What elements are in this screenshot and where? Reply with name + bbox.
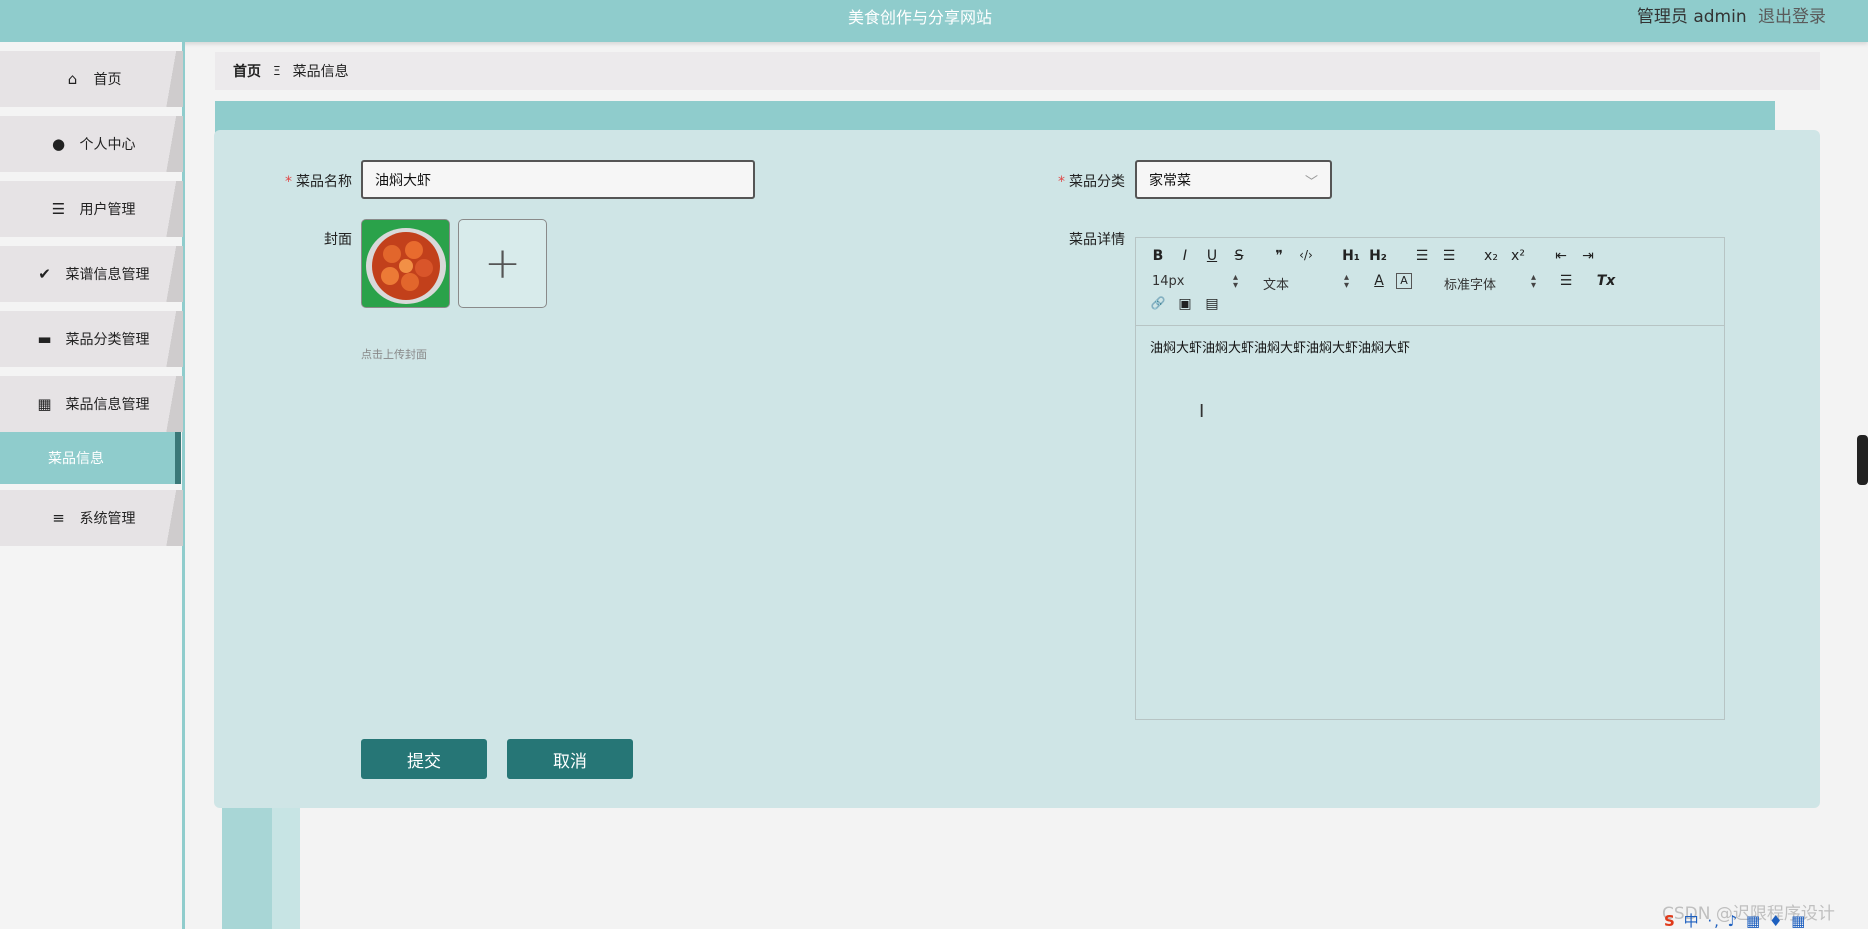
logout-link[interactable]: 退出登录	[1758, 7, 1826, 27]
site-title: 美食创作与分享网站	[848, 8, 993, 27]
decorative-column	[272, 790, 300, 929]
cover-label: 封面	[324, 232, 352, 248]
outdent-button[interactable]: ⇤	[1551, 248, 1571, 264]
top-header: 美食创作与分享网站 管理员 admin 退出登录	[0, 0, 1868, 42]
bullet-list-button[interactable]: ☰	[1439, 248, 1459, 264]
paragraph-select[interactable]: 文本 ▴ ▾	[1263, 273, 1349, 294]
cover-image[interactable]	[361, 219, 450, 308]
video-icon[interactable]: ▤	[1202, 296, 1222, 312]
list-icon: ☰	[51, 200, 66, 218]
editor-content[interactable]: 油焖大虾油焖大虾油焖大虾油焖大虾油焖大虾	[1150, 337, 1410, 356]
clipboard-check-icon: ✔	[38, 265, 51, 283]
name-label: * 菜品名称	[285, 174, 352, 190]
sidebar-item-dishes[interactable]: ▦ 菜品信息管理	[0, 376, 183, 432]
superscript-button[interactable]: x²	[1508, 248, 1528, 264]
cover-image-picture	[362, 220, 449, 307]
ime-toolbar[interactable]: S 中 ·, ♪ ▦ ♦ ▦	[1664, 910, 1807, 929]
sidebar-item-label: 菜品信息管理	[65, 397, 150, 413]
text-cursor-icon: I	[1199, 401, 1205, 422]
chevron-down-icon: ﹀	[1304, 175, 1318, 190]
sidebar-item-home[interactable]: ⌂ 首页	[0, 51, 183, 107]
sidebar-item-label: 菜谱信息管理	[65, 267, 150, 283]
quote-button[interactable]: ❞	[1269, 248, 1289, 264]
ime-toolbar-text: 中 ·, ♪ ▦ ♦ ▦	[1683, 912, 1808, 929]
admin-area: 管理员 admin 退出登录	[1637, 2, 1826, 27]
font-family-select[interactable]: 标准字体 ▴ ▾	[1444, 273, 1536, 294]
rich-text-editor: B I U S ❞ ‹/› H₁ H₂ ☰ ☰ x₂ x² ⇤ ⇥ 14px ▴ ▾…	[1135, 237, 1725, 720]
sidebar: ⌂ 首页 ● 个人中心 ☰ 用户管理 ✔ 菜谱信息管理 ▬ 菜品分类管理 ▦ 菜…	[0, 42, 185, 929]
upload-cover-button[interactable]: +	[458, 219, 547, 308]
breadcrumb-current: 菜品信息	[292, 64, 349, 80]
sidebar-subitem-dish-info[interactable]: 菜品信息	[0, 432, 181, 484]
h1-button[interactable]: H₁	[1341, 248, 1361, 264]
decorative-column	[222, 790, 272, 929]
h2-button[interactable]: H₂	[1368, 248, 1388, 264]
sidebar-item-label: 菜品分类管理	[65, 332, 150, 348]
sidebar-item-label: 系统管理	[79, 511, 136, 527]
bold-button[interactable]: B	[1148, 248, 1168, 264]
admin-label: 管理员 admin	[1636, 7, 1747, 27]
grid-icon: ▦	[37, 395, 52, 413]
dish-name-value: 油焖大虾	[375, 172, 431, 189]
cover-hint: 点击上传封面	[361, 348, 427, 361]
image-icon[interactable]: ▣	[1175, 296, 1195, 312]
spinner-icon: ▴ ▾	[1343, 272, 1349, 291]
ime-logo-icon: S	[1664, 912, 1677, 929]
font-color-button[interactable]: A	[1369, 273, 1389, 289]
dish-name-input[interactable]: 油焖大虾	[361, 160, 755, 199]
indent-button[interactable]: ⇥	[1578, 248, 1598, 264]
menu-lines-icon: ≡	[52, 509, 65, 527]
spinner-icon: ▴ ▾	[1530, 272, 1536, 291]
subscript-button[interactable]: x₂	[1481, 248, 1501, 264]
link-icon[interactable]: 🔗	[1148, 296, 1168, 310]
ordered-list-button[interactable]: ☰	[1412, 248, 1432, 264]
plus-icon: +	[484, 238, 521, 289]
sidebar-item-system[interactable]: ≡ 系统管理	[0, 490, 183, 546]
category-value: 家常菜	[1149, 172, 1191, 189]
breadcrumb-separator: Ξ	[273, 64, 281, 78]
editor-toolbar: B I U S ❞ ‹/› H₁ H₂ ☰ ☰ x₂ x² ⇤ ⇥ 14px ▴ ▾…	[1136, 238, 1724, 326]
strike-button[interactable]: S	[1229, 248, 1249, 264]
sidebar-item-label: 首页	[93, 72, 122, 88]
sidebar-item-label: 个人中心	[79, 137, 136, 153]
user-icon: ●	[51, 135, 66, 153]
breadcrumb-home[interactable]: 首页	[233, 61, 261, 81]
sidebar-item-users[interactable]: ☰ 用户管理	[0, 181, 183, 237]
category-select[interactable]: 家常菜 ﹀	[1135, 160, 1332, 199]
detail-label: 菜品详情	[1069, 232, 1125, 248]
spinner-icon: ▴ ▾	[1232, 272, 1238, 291]
submit-button[interactable]: 提交	[361, 739, 487, 779]
background-color-button[interactable]: A	[1396, 273, 1412, 289]
italic-button[interactable]: I	[1175, 248, 1195, 264]
sidebar-item-categories[interactable]: ▬ 菜品分类管理	[0, 311, 183, 367]
cancel-button[interactable]: 取消	[507, 739, 633, 779]
code-button[interactable]: ‹/›	[1296, 248, 1316, 262]
scrollbar-thumb[interactable]	[1857, 435, 1868, 485]
sidebar-item-recipes[interactable]: ✔ 菜谱信息管理	[0, 246, 183, 302]
home-icon: ⌂	[67, 70, 78, 88]
breadcrumb: 首页 Ξ 菜品信息	[215, 52, 1820, 90]
font-size-select[interactable]: 14px ▴ ▾	[1152, 273, 1238, 291]
underline-button[interactable]: U	[1202, 248, 1222, 264]
sidebar-item-profile[interactable]: ● 个人中心	[0, 116, 183, 172]
sidebar-item-label: 用户管理	[79, 202, 136, 218]
category-label: * 菜品分类	[1058, 174, 1125, 190]
align-button[interactable]: ☰	[1556, 273, 1576, 289]
clear-format-button[interactable]: Tx	[1596, 273, 1616, 289]
monitor-icon: ▬	[37, 330, 52, 348]
